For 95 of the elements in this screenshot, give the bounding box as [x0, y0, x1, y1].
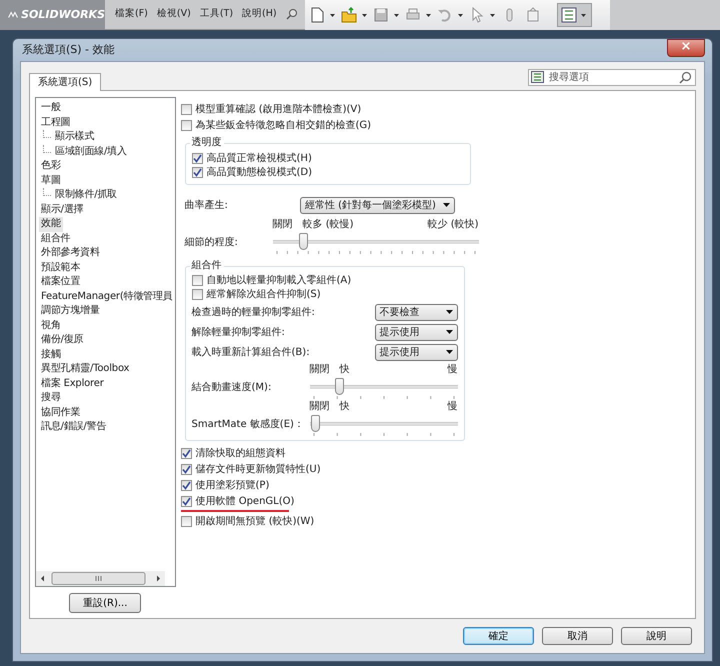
- slider-thumb[interactable]: [299, 233, 308, 250]
- checkbox[interactable]: [180, 104, 192, 114]
- scale-label: 關閉: [310, 363, 330, 377]
- tree-item[interactable]: 視角: [39, 318, 63, 333]
- menu-item[interactable]: 工具(T): [200, 7, 234, 22]
- search-icon[interactable]: [679, 71, 692, 84]
- dropdown[interactable]: 不要檢查: [374, 304, 458, 320]
- scale-label: 快: [340, 362, 350, 377]
- app-logo: SOLIDWORKS: [0, 0, 105, 30]
- checkbox[interactable]: [180, 464, 192, 474]
- list-icon: [531, 71, 544, 83]
- tree-item[interactable]: 限制條件/抓取: [53, 188, 119, 202]
- window-title: 系統選項(S) - 效能: [22, 42, 115, 58]
- scale-label: 關閉: [310, 400, 330, 414]
- slider-thumb[interactable]: [335, 378, 344, 395]
- tree-item[interactable]: 效能: [39, 217, 63, 232]
- field-label: 載入時重新計算組合件(B):: [192, 346, 310, 360]
- tree-item[interactable]: 工程圖: [39, 116, 72, 130]
- caret-icon: [446, 350, 453, 354]
- new-document-icon[interactable]: [309, 7, 325, 23]
- tree-item[interactable]: 色彩: [39, 159, 63, 174]
- tree-item[interactable]: 顯示/選擇: [39, 202, 86, 217]
- scale-label: 快: [340, 400, 350, 414]
- clipboard-icon[interactable]: [525, 7, 541, 23]
- checkbox-label: 經常解除次組合件抑制(S): [206, 288, 321, 302]
- tree-item[interactable]: 異型孔精靈/Toolbox: [39, 362, 132, 376]
- checkbox[interactable]: [192, 274, 203, 286]
- group-title: 透明度: [190, 137, 224, 149]
- horizontal-scrollbar[interactable]: [36, 571, 165, 586]
- scale-label: 關閉: [272, 218, 293, 232]
- list-icon: [561, 7, 577, 23]
- checkbox-label: 使用塗彩預覽(P): [196, 478, 270, 492]
- field-label: 曲率產生:: [184, 198, 228, 212]
- tree-item[interactable]: 顯示樣式: [53, 130, 96, 144]
- tree-connector: [43, 188, 51, 196]
- checkbox[interactable]: [180, 120, 192, 130]
- field-label: 檢查過時的輕量抑制零組件:: [192, 306, 315, 320]
- caret-icon: [442, 203, 450, 207]
- checkbox[interactable]: [180, 448, 192, 458]
- tree-item[interactable]: 外部參考資料: [39, 246, 102, 260]
- tree-item[interactable]: 一般: [39, 101, 63, 116]
- checkbox[interactable]: [192, 167, 203, 178]
- tree-item[interactable]: 草圖: [39, 174, 63, 188]
- checkbox-label: 高品質正常檢視模式(H): [206, 152, 312, 166]
- checkbox-label: 使用軟體 OpenGL(O): [196, 494, 294, 508]
- dropdown[interactable]: 經常性 (針對每一個塗彩模型): [300, 196, 455, 214]
- slider-thumb[interactable]: [310, 415, 320, 432]
- scale-label: 較多 (較慢): [302, 218, 354, 232]
- tree-item[interactable]: FeatureManager(特徵管理員: [39, 290, 175, 304]
- tab[interactable]: 系統選項(S): [29, 73, 102, 91]
- caret-icon: [446, 310, 453, 314]
- slider-label: SmartMate 敏感度(E)：: [192, 418, 305, 432]
- checkbox-label: 清除快取的組態資料: [196, 446, 286, 460]
- slider-label: 結合動畫速度(M):: [192, 380, 272, 395]
- checkbox-label: 儲存文件時更新物質特性(U): [196, 462, 321, 476]
- menu-item[interactable]: 檢視(V): [156, 7, 191, 22]
- checkbox[interactable]: [192, 289, 203, 300]
- checkbox-label: 高品質動態檢視模式(D): [206, 166, 312, 180]
- dialog-button[interactable]: 確定: [463, 627, 534, 645]
- tree-item[interactable]: 組合件: [39, 232, 72, 246]
- slider-label: 細節的程度:: [184, 236, 239, 250]
- scale-label: 慢: [448, 400, 458, 414]
- dropdown[interactable]: 提示使用: [374, 344, 458, 360]
- checkbox-label: 開啟期間無預覽 (較快)(W): [196, 514, 314, 528]
- checkbox[interactable]: [192, 152, 203, 164]
- tree-item[interactable]: 調節方塊增量: [39, 304, 102, 318]
- field-label: 解除輕量抑制零組件:: [192, 326, 285, 340]
- tree-item[interactable]: 區域剖面線/填入: [53, 144, 129, 159]
- tree-item[interactable]: 接觸: [39, 348, 63, 362]
- group-title: 組合件: [190, 260, 224, 272]
- tree-item[interactable]: 預設範本: [39, 260, 82, 275]
- scale-label: 慢: [448, 362, 458, 377]
- open-folder-icon[interactable]: [341, 7, 357, 23]
- tree-item[interactable]: 備份/復原: [39, 333, 86, 348]
- dropdown[interactable]: 提示使用: [374, 324, 458, 340]
- search-field[interactable]: 搜尋選項: [528, 69, 696, 86]
- tree-item[interactable]: 訊息/錯誤/警告: [39, 420, 108, 434]
- tree-item[interactable]: 檔案位置: [39, 275, 82, 290]
- checkbox[interactable]: [180, 516, 192, 526]
- caret-icon: [446, 330, 453, 334]
- checkbox[interactable]: [180, 480, 192, 490]
- tree-item[interactable]: 檔案 Explorer: [39, 376, 106, 391]
- reset-button[interactable]: 重設(R)...: [69, 593, 142, 613]
- scale-label: 較少 (較快): [428, 218, 479, 232]
- tree-item[interactable]: 搜尋: [39, 391, 63, 406]
- tree-item[interactable]: 協同作業: [39, 406, 82, 420]
- checkbox-label: 自動地以輕量抑制載入零組件(A): [206, 274, 352, 288]
- dialog-button[interactable]: 說明: [621, 627, 692, 645]
- options-button[interactable]: [557, 3, 592, 27]
- dialog-button[interactable]: 取消: [542, 627, 613, 645]
- menu-item[interactable]: 檔案(F): [115, 7, 148, 22]
- menu-item[interactable]: 說明(H): [242, 7, 277, 22]
- checkbox-label: 為某些鈑金特徵忽略自相交錯的檢查(G): [196, 118, 372, 132]
- checkbox[interactable]: [180, 496, 192, 506]
- checkbox-label: 模型重算確認 (啟用進階本體檢查)(V): [196, 102, 362, 116]
